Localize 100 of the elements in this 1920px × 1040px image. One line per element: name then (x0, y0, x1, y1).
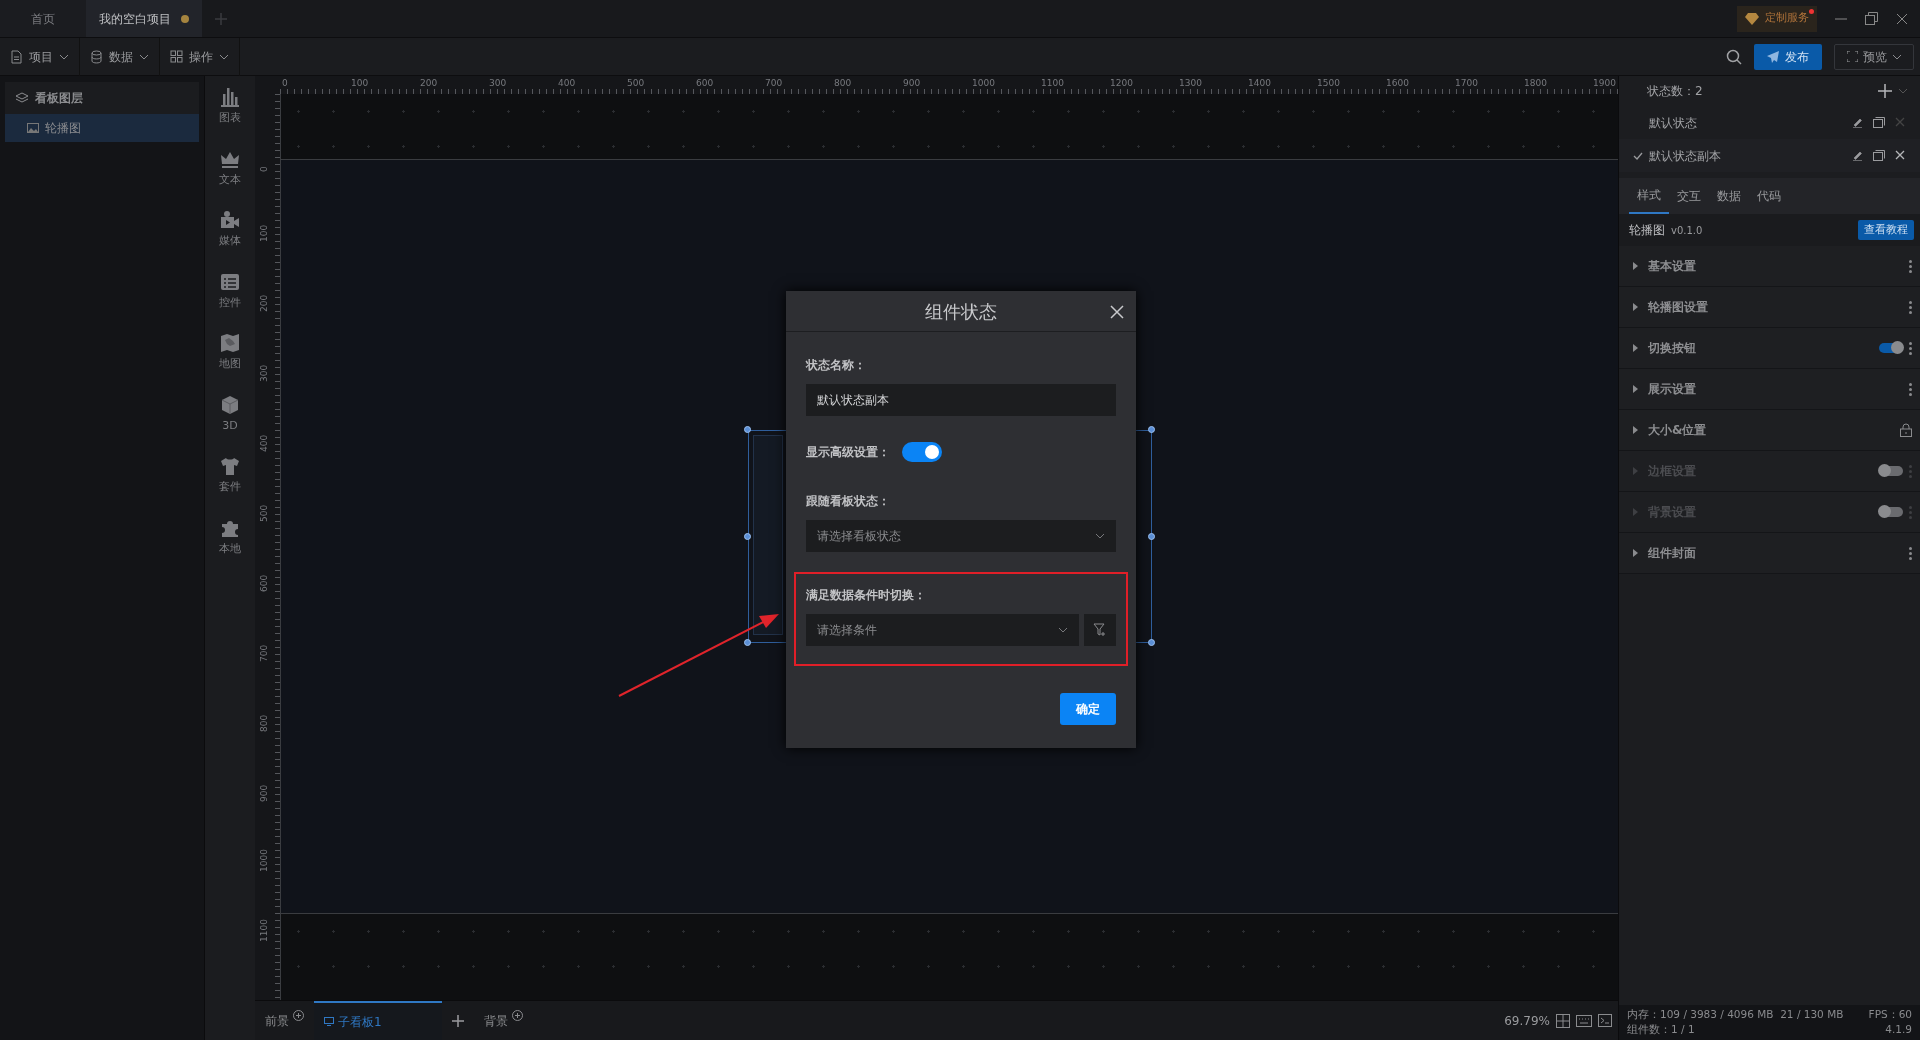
toggle-switch[interactable] (902, 442, 942, 462)
terminal-icon[interactable] (1598, 1014, 1612, 1027)
caret-right-icon (1633, 344, 1638, 352)
resize-handle[interactable] (1148, 426, 1155, 433)
field-label: 显示高级设置： (806, 444, 890, 461)
toggle-switch[interactable] (1879, 343, 1903, 353)
state-item[interactable]: 默认状态副本 (1619, 139, 1920, 172)
plus-icon[interactable] (1878, 84, 1892, 98)
caret-right-icon (1633, 262, 1638, 270)
custom-service-button[interactable]: 定制服务 (1737, 5, 1817, 32)
copy-icon (1873, 150, 1885, 161)
panel-tab[interactable]: 交互 (1669, 178, 1709, 214)
caret-right-icon (1633, 426, 1638, 434)
resize-handle[interactable] (744, 532, 751, 540)
add-circle-icon (293, 1010, 304, 1021)
dialog-title: 组件状态 (925, 299, 997, 324)
layers-icon (15, 92, 29, 104)
caret-right-icon (1633, 303, 1638, 311)
pencil-icon (1852, 150, 1863, 161)
fps-counter: FPS：60 (1868, 1007, 1912, 1020)
library-item[interactable]: 3D (219, 393, 241, 434)
chevron-down-icon (1898, 88, 1908, 94)
library-item[interactable]: 套件 (219, 455, 241, 496)
ruler-label: 800 (834, 77, 852, 90)
panel-tab[interactable]: 代码 (1749, 178, 1789, 214)
ruler-label: 1800 (1524, 77, 1547, 90)
add-circle-icon (512, 1010, 523, 1021)
input-field[interactable]: 默认状态副本 (806, 384, 1116, 416)
library-item[interactable]: 媒体 (219, 209, 241, 250)
menu-button[interactable]: 操作 (160, 37, 240, 76)
publish-button[interactable]: 发布 (1754, 43, 1822, 70)
field-label: 满足数据条件时切换： (806, 587, 927, 604)
library-item[interactable]: 本地 (219, 516, 241, 557)
ruler-label: 100 (351, 77, 369, 90)
ruler-label: 600 (696, 77, 714, 90)
resize-handle[interactable] (1148, 532, 1155, 540)
ruler-label: 1400 (1248, 77, 1271, 90)
ruler-label: 1600 (1386, 77, 1409, 90)
ruler-label: 600 (258, 574, 270, 592)
version-label: v0.1.0 (1671, 223, 1703, 238)
project-tab[interactable]: 首页 (0, 0, 86, 37)
preview-button[interactable]: 预览 (1834, 43, 1914, 70)
chevron-down-icon (139, 53, 149, 60)
ruler-label: 100 (258, 224, 270, 242)
library-item[interactable]: 地图 (219, 332, 241, 373)
layer-tab[interactable]: 背景 (474, 1000, 533, 1040)
component-name: 轮播图 (1629, 222, 1665, 239)
layer-item[interactable]: 轮播图 (5, 114, 199, 142)
ruler-label: 200 (420, 77, 438, 90)
chevron-down-icon (1095, 533, 1105, 539)
resize-handle[interactable] (1148, 639, 1155, 646)
resize-handle[interactable] (744, 639, 751, 646)
checkmark-icon (1633, 151, 1643, 160)
bar-chart-icon (219, 86, 241, 108)
confirm-button[interactable]: 确定 (1060, 693, 1116, 725)
ruler-label: 1300 (1179, 77, 1202, 90)
more-vertical-icon[interactable] (1909, 259, 1912, 273)
monitor-icon (324, 1017, 334, 1026)
select-field[interactable]: 请选择看板状态 (806, 520, 1116, 552)
restore-icon[interactable] (1865, 12, 1878, 25)
project-tab[interactable]: 我的空白项目 (86, 0, 202, 37)
copy-icon (1873, 117, 1885, 128)
menu-button[interactable]: 项目 (0, 37, 80, 76)
keyboard-icon[interactable] (1576, 1014, 1592, 1027)
diamond-icon (1745, 12, 1759, 25)
library-item[interactable]: 控件 (219, 270, 241, 311)
ruler-label: 400 (258, 434, 270, 452)
tutorial-button[interactable]: 查看教程 (1858, 220, 1914, 240)
lock-icon[interactable] (1900, 423, 1912, 437)
close-icon (1895, 117, 1905, 127)
search-icon[interactable] (1726, 48, 1742, 65)
caret-right-icon (1633, 385, 1638, 393)
ruler-label: 300 (258, 364, 270, 382)
fit-screen-icon[interactable] (1556, 1013, 1570, 1028)
database-icon (90, 49, 103, 64)
filter-plus-icon (1093, 623, 1107, 637)
ruler-label: 1200 (1110, 77, 1133, 90)
video-camera-icon (219, 209, 241, 231)
ruler-label: 900 (258, 784, 270, 802)
more-vertical-icon[interactable] (1909, 382, 1912, 396)
state-item[interactable]: 默认状态 (1619, 106, 1920, 139)
ruler-label: 1700 (1455, 77, 1478, 90)
panel-tab[interactable]: 数据 (1709, 178, 1749, 214)
map-icon (219, 332, 241, 354)
layer-tab[interactable]: 前景 (255, 1000, 314, 1040)
menu-button[interactable]: 数据 (80, 37, 160, 76)
close-icon (1895, 150, 1905, 160)
ruler-label: 1100 (1041, 77, 1064, 90)
more-vertical-icon[interactable] (1909, 341, 1912, 355)
resize-handle[interactable] (744, 426, 751, 433)
more-vertical-icon[interactable] (1909, 546, 1912, 560)
more-vertical-icon[interactable] (1909, 300, 1912, 314)
library-item[interactable]: 文本 (219, 147, 241, 188)
close-icon[interactable] (1896, 12, 1908, 25)
library-item[interactable]: 图表 (219, 86, 241, 127)
document-icon (10, 49, 23, 64)
ruler-label: 0 (258, 166, 270, 172)
component-count: 组件数：1 / 1 (1627, 1022, 1695, 1038)
select-field[interactable]: 请选择条件 (806, 614, 1079, 646)
image-icon (27, 123, 39, 133)
